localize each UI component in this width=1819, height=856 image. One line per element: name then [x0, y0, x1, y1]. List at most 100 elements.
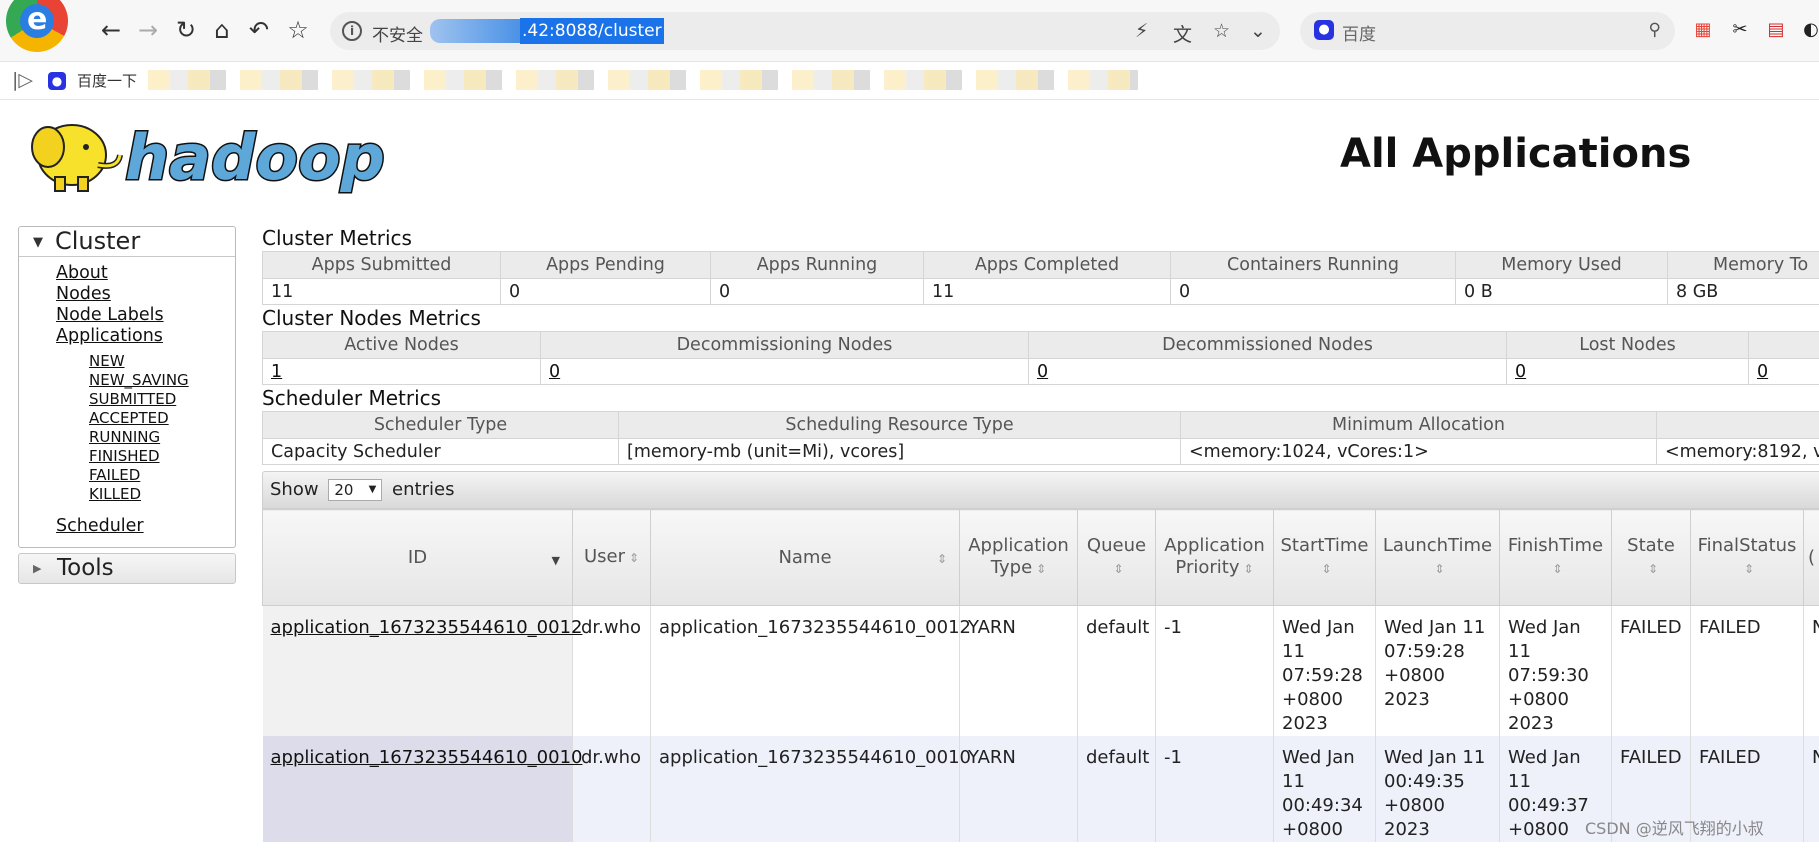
caret-right-icon: ▶	[33, 562, 42, 575]
cell-name: application_1673235544610_0010	[650, 736, 971, 842]
nav-state-submitted[interactable]: SUBMITTED	[89, 390, 235, 409]
nav-state-running[interactable]: RUNNING	[89, 428, 235, 447]
column-header-name[interactable]: Name ⇕	[650, 509, 960, 606]
translate-icon[interactable]: 文	[1173, 20, 1192, 47]
application-id-link[interactable]: application_1673235544610_0012	[271, 617, 583, 638]
sort-icon: ⇕	[1321, 562, 1332, 576]
nav-link-scheduler[interactable]: Scheduler	[56, 516, 235, 537]
entries-select[interactable]: 20 ▼	[328, 479, 383, 501]
nav-state-killed[interactable]: KILLED	[89, 485, 235, 504]
column-label: LaunchTime	[1382, 535, 1493, 556]
site-info-icon[interactable]: i	[342, 21, 362, 41]
search-icon[interactable]: ⚲	[1649, 20, 1661, 40]
decommissioning-nodes-link[interactable]: 0	[549, 362, 560, 382]
column-label: Application Type	[968, 535, 1069, 578]
nav-link-nodes[interactable]: Nodes	[56, 284, 235, 305]
column-header-user[interactable]: User ⇕	[572, 509, 651, 606]
column-header-finishtime[interactable]: FinishTime ⇕	[1499, 509, 1612, 606]
metric-header: Apps Completed	[923, 251, 1171, 279]
cell-launchtime: Wed Jan 11 00:49:35 +0800 2023	[1375, 736, 1500, 842]
decommissioned-nodes-link[interactable]: 0	[1037, 362, 1048, 382]
address-bar[interactable]: i 不安全 .42:8088/cluster ⚡ 文 ☆ ⌄	[330, 12, 1280, 50]
sort-icon: ⇕	[1552, 562, 1563, 576]
cluster-header[interactable]: ▼ Cluster	[19, 227, 235, 257]
column-header-app-type[interactable]: Application Type ⇕	[959, 509, 1078, 606]
column-label: FinalStatus	[1697, 535, 1797, 556]
node-metrics-title: Cluster Nodes Metrics	[262, 306, 481, 330]
metric-header: Apps Running	[710, 251, 924, 279]
column-header-launchtime[interactable]: LaunchTime ⇕	[1375, 509, 1500, 606]
active-nodes-link[interactable]: 1	[271, 362, 282, 382]
bookmark-baidu[interactable]: 百度一下	[77, 70, 137, 91]
scissors-icon[interactable]: ✂	[1729, 19, 1751, 41]
nav-state-new-saving[interactable]: NEW_SAVING	[89, 371, 235, 390]
cell-name: application_1673235544610_0012	[650, 605, 971, 736]
metric-header: Memory Used	[1455, 251, 1668, 279]
nav-state-failed[interactable]: FAILED	[89, 466, 235, 485]
column-header-state[interactable]: State ⇕	[1611, 509, 1691, 606]
metric-value: 0	[710, 278, 924, 305]
nav-state-finished[interactable]: FINISHED	[89, 447, 235, 466]
tools-section[interactable]: ▶ Tools	[18, 553, 236, 584]
sidebar-toggle-icon[interactable]: |▷	[12, 69, 33, 91]
sort-icon: ⇕	[1243, 562, 1254, 576]
column-header-queue[interactable]: Queue ⇕	[1077, 509, 1156, 606]
unhealthy-nodes-link[interactable]: 0	[1757, 362, 1768, 382]
sort-icon: ⇕	[1113, 562, 1124, 576]
forward-icon[interactable]: →	[134, 16, 162, 44]
cell-user: dr.who	[572, 736, 651, 842]
column-label: (	[1808, 546, 1816, 568]
address-url[interactable]: .42:8088/cluster	[520, 18, 664, 44]
reload-icon[interactable]: ↻	[172, 16, 200, 44]
metric-header: Active Nodes	[262, 331, 541, 359]
nav-link-about[interactable]: About	[56, 263, 235, 284]
sort-icon: ⇕	[936, 552, 947, 566]
lightning-icon[interactable]: ⚡	[1135, 20, 1148, 42]
undo-icon[interactable]: ↶	[245, 16, 273, 44]
cluster-metrics-table: Apps Submitted Apps Pending Apps Running…	[262, 251, 1819, 305]
table-row: application_1673235544610_0012 dr.who ap…	[262, 605, 1819, 736]
metric-header: Minimum Allocation	[1180, 411, 1657, 439]
column-header-id[interactable]: ID ▼	[262, 509, 573, 606]
sort-icon: ⇕	[1647, 562, 1659, 576]
metric-header: Scheduler Type	[262, 411, 619, 439]
metric-value: 0 B	[1455, 278, 1668, 305]
left-navigation: ▼ Cluster About Nodes Node Labels Applica…	[18, 226, 236, 584]
search-engine-label: 百度	[1342, 25, 1376, 45]
show-label: Show	[270, 479, 319, 500]
svg-text:hadoop: hadoop	[125, 121, 385, 194]
browser-logo-icon: e	[6, 0, 68, 52]
metric-value: Capacity Scheduler	[262, 438, 619, 465]
cell-finalstatus: FAILED	[1690, 605, 1804, 736]
chevron-down-icon[interactable]: ⌄	[1250, 20, 1266, 42]
profile-icon[interactable]: ◐	[1800, 19, 1819, 41]
column-header-priority[interactable]: Application Priority ⇕	[1155, 509, 1274, 606]
sort-desc-icon: ▼	[551, 554, 560, 567]
metric-value: <memory:8192, vC	[1656, 438, 1819, 465]
cluster-label: Cluster	[55, 227, 141, 255]
search-bar[interactable]: ● 百度 ⚲	[1300, 12, 1675, 50]
column-header-finalstatus[interactable]: FinalStatus ⇕	[1690, 509, 1804, 606]
cluster-section: ▼ Cluster About Nodes Node Labels Applica…	[18, 226, 236, 548]
hadoop-logo: hadoop	[31, 120, 386, 196]
nav-link-applications[interactable]: Applications	[56, 326, 235, 347]
column-header-starttime[interactable]: StartTime ⇕	[1273, 509, 1376, 606]
favorite-star-icon[interactable]: ☆	[284, 16, 312, 44]
nav-state-accepted[interactable]: ACCEPTED	[89, 409, 235, 428]
sort-icon: ⇕	[1036, 562, 1047, 576]
bookmark-star-icon[interactable]: ☆	[1213, 20, 1230, 42]
apps-grid-icon[interactable]: ▦	[1692, 19, 1714, 41]
lost-nodes-link[interactable]: 0	[1515, 362, 1526, 382]
pdf-icon[interactable]: ▤	[1765, 19, 1787, 41]
show-entries-bar: Show 20 ▼ entries	[262, 471, 1819, 509]
application-id-link[interactable]: application_1673235544610_0010	[271, 747, 583, 768]
nav-link-node-labels[interactable]: Node Labels	[56, 305, 235, 326]
column-header-extra[interactable]: (	[1803, 509, 1819, 606]
entries-label: entries	[392, 479, 455, 500]
back-icon[interactable]: ←	[97, 16, 125, 44]
nav-state-new[interactable]: NEW	[89, 352, 235, 371]
applications-table: ID ▼ User ⇕ Name ⇕ Application Type ⇕ Queue ⇕…	[262, 509, 1819, 842]
cell-starttime: Wed Jan 11 00:49:34 +0800	[1273, 736, 1376, 842]
home-icon[interactable]: ⌂	[208, 16, 236, 44]
dropdown-arrow-icon: ▼	[368, 484, 377, 495]
